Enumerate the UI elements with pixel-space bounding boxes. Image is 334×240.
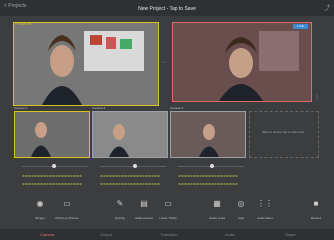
project-title[interactable]: New Project - Tap to Save: [0, 6, 334, 12]
camera-2-knob[interactable]: [133, 164, 137, 168]
preview-window[interactable]: [13, 22, 159, 106]
program-window[interactable]: [172, 22, 312, 102]
tab-output[interactable]: Output: [100, 232, 112, 237]
tab-transition[interactable]: Transition: [160, 232, 177, 237]
audio-mixer-label: Audio Mixer: [257, 216, 273, 220]
camera-3-thumb[interactable]: [170, 111, 246, 158]
add-source-slot[interactable]: [249, 111, 319, 158]
camera-3-label: Camera 3: [170, 106, 184, 110]
live-badge: LIVE: [293, 24, 308, 29]
tab-share[interactable]: Share: [285, 232, 296, 237]
camera-3-audio-meter-2: [178, 183, 238, 185]
camera-2-thumb[interactable]: [92, 111, 168, 158]
camera-2-audio-meter: [100, 175, 160, 177]
more-options-icon[interactable]: ⋮: [314, 94, 320, 101]
preview-label: PREVIEW: [15, 22, 32, 26]
add-source-text: Wait for device Tap to add more: [261, 130, 305, 134]
camera-1-knob[interactable]: [52, 164, 56, 168]
camera-3-knob[interactable]: [210, 164, 214, 168]
camera-1-audio-meter-2: [22, 183, 82, 185]
share-icon[interactable]: ⤴: [324, 3, 330, 12]
camera-1-label: Camera 1: [14, 106, 28, 110]
camera-2-label: Camera 2: [92, 106, 106, 110]
camera-3-audio-meter: [178, 175, 238, 177]
camera-1-audio-meter: [22, 175, 82, 177]
tab-audio[interactable]: Audio: [225, 232, 235, 237]
camera-2-audio-meter-2: [100, 183, 160, 185]
switch-arrow-icon[interactable]: →: [161, 59, 167, 65]
tab-camera[interactable]: Camera: [40, 232, 54, 237]
stinger-label: Stinger: [35, 216, 45, 220]
lower-thirds-label: Lower Thirds: [159, 216, 177, 220]
preview-image: [14, 23, 158, 105]
program-image: [173, 23, 311, 101]
record-label: Record: [311, 216, 321, 220]
pip-label: Picture-in-Picture: [55, 216, 79, 220]
camera-1-thumb[interactable]: [14, 111, 90, 158]
